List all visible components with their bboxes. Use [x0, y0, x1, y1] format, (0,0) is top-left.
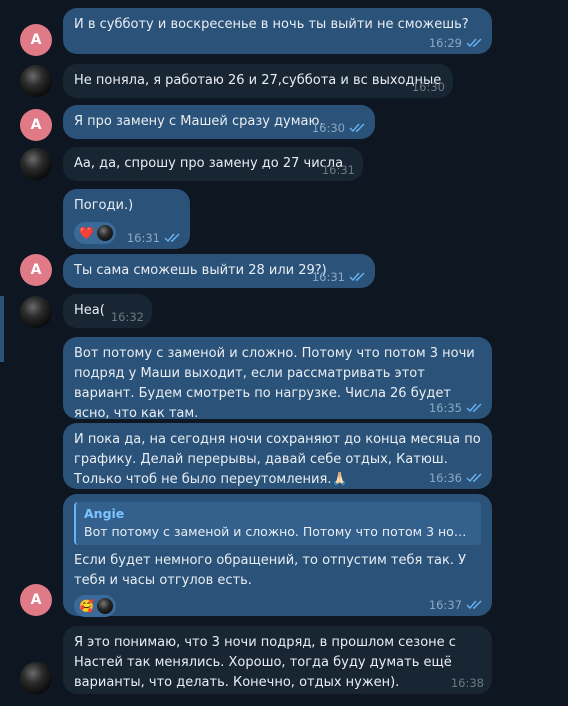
reaction-smiling-hearts[interactable]: 🥰 [74, 595, 116, 617]
avatar[interactable]: A [20, 24, 52, 56]
avatar[interactable] [20, 148, 52, 180]
message-text: Если будет немного обращений, то отпусти… [74, 553, 467, 588]
avatar[interactable] [20, 296, 52, 328]
message-time: 16:29 [428, 36, 462, 50]
reaction-heart[interactable]: ❤️ [74, 222, 116, 244]
message-bubble[interactable]: Неа( 16:32 [63, 294, 152, 328]
message-time: 16:35 [428, 401, 462, 415]
message-time: 16:38 [450, 676, 484, 690]
reply-quote[interactable]: Angie Вот потому с заменой и сложно. Пот… [74, 502, 481, 545]
message-text: Погоди.) [74, 198, 134, 213]
reactor-avatar [96, 225, 113, 241]
message-bubble[interactable]: Не поняла, я работаю 26 и 27,суббота и в… [63, 64, 453, 98]
avatar-letter: A [30, 592, 42, 608]
message-bubble[interactable]: Ты сама сможешь выйти 28 или 29?) 16:31 [63, 254, 375, 288]
avatar[interactable]: A [20, 254, 52, 286]
reactor-avatar [96, 598, 113, 614]
message-time: 16:37 [428, 598, 462, 612]
double-check-icon [466, 600, 482, 610]
reply-text: Вот потому с заменой и сложно. Потому чт… [84, 524, 473, 539]
message-bubble[interactable]: Я про замену с Машей сразу думаю. 16:30 [63, 105, 375, 139]
double-check-icon [466, 403, 482, 413]
selection-indicator [0, 296, 4, 362]
double-check-icon [349, 123, 365, 133]
avatar[interactable] [20, 662, 52, 694]
double-check-icon [466, 38, 482, 48]
message-time: 16:30 [411, 80, 445, 94]
message-time: 16:36 [428, 471, 462, 485]
double-check-icon [466, 473, 482, 483]
avatar[interactable]: A [20, 584, 52, 616]
avatar[interactable]: A [20, 109, 52, 141]
message-bubble[interactable]: Вот потому с заменой и сложно. Потому чт… [63, 337, 492, 421]
message-bubble[interactable]: Я это понимаю, что 3 ночи подряд, в прош… [63, 626, 492, 694]
message-text: Аа, да, спрошу про замену до 27 числа [74, 156, 344, 171]
message-time: 16:30 [311, 121, 345, 135]
chat-area[interactable]: A И в субботу и воскресенье в ночь ты вы… [0, 0, 568, 706]
smiling-hearts-icon: 🥰 [79, 599, 94, 613]
message-text: И пока да, на сегодня ночи сохраняют до … [74, 432, 481, 487]
avatar-letter: A [30, 32, 42, 48]
message-text: Я это понимаю, что 3 ночи подряд, в прош… [74, 635, 456, 690]
message-text: Вот потому с заменой и сложно. Потому чт… [74, 346, 475, 421]
avatar-letter: A [30, 117, 42, 133]
message-text: И в субботу и воскресенье в ночь ты выйт… [74, 17, 469, 32]
heart-icon: ❤️ [79, 226, 94, 240]
message-time: 16:32 [110, 310, 144, 324]
message-bubble[interactable]: Angie Вот потому с заменой и сложно. Пот… [63, 494, 492, 617]
message-bubble[interactable]: И в субботу и воскресенье в ночь ты выйт… [63, 8, 492, 54]
message-bubble[interactable]: Погоди.) ❤️ 16:31 [63, 189, 190, 249]
reply-author: Angie [84, 506, 125, 521]
message-text: Не поняла, я работаю 26 и 27,суббота и в… [74, 73, 442, 88]
avatar-letter: A [30, 262, 42, 278]
message-bubble[interactable]: Аа, да, спрошу про замену до 27 числа 16… [63, 147, 363, 181]
reactions: 🥰 [74, 595, 481, 617]
message-bubble[interactable]: И пока да, на сегодня ночи сохраняют до … [63, 423, 492, 489]
double-check-icon [349, 272, 365, 282]
message-time: 16:31 [126, 231, 160, 245]
double-check-icon [164, 233, 180, 243]
message-time: 16:31 [321, 163, 355, 177]
message-time: 16:31 [311, 270, 345, 284]
avatar[interactable] [20, 65, 52, 97]
